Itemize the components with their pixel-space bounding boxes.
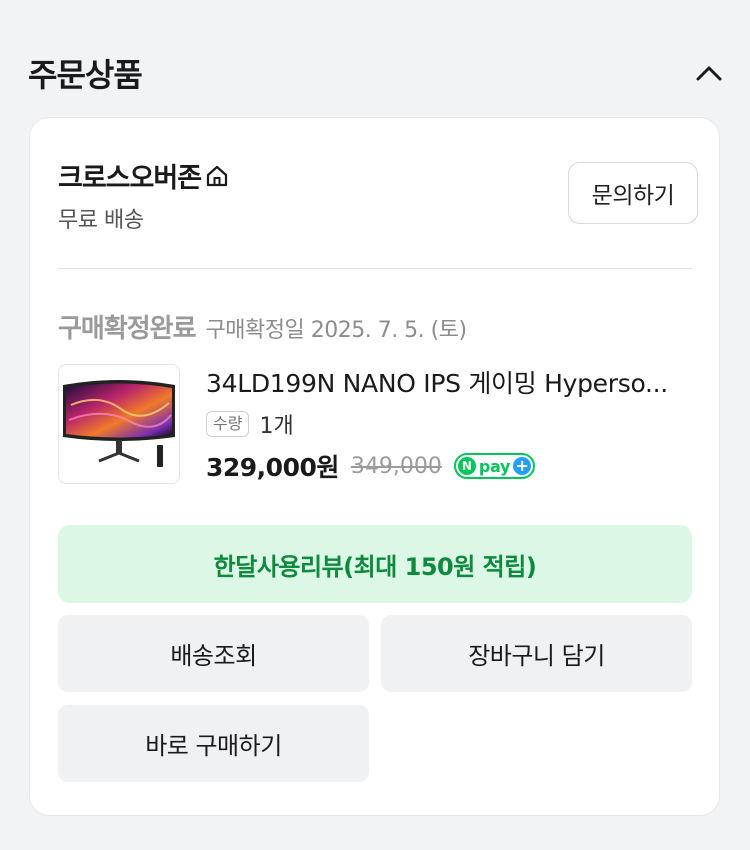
- buy-now-button[interactable]: 바로 구매하기: [58, 705, 369, 782]
- order-status-row: 구매확정완료 구매확정일 2025. 7. 5. (토): [58, 308, 467, 345]
- plus-icon: +: [513, 457, 532, 475]
- price-row: 329,000원 349,000 N pay +: [206, 448, 698, 484]
- npay-text: pay: [478, 456, 511, 476]
- product-info: 34LD199N NANO IPS 게이밍 Hyperso... 수량 1개 3…: [206, 364, 698, 484]
- section-header: 주문상품: [28, 48, 728, 98]
- section-title: 주문상품: [28, 56, 143, 94]
- confirm-date: 구매확정일 2025. 7. 5. (토): [205, 318, 468, 343]
- npay-plus-badge: N pay +: [453, 453, 536, 479]
- shipping-info: 무료 배송: [58, 208, 144, 233]
- track-delivery-button[interactable]: 배송조회: [58, 615, 369, 692]
- seller-link[interactable]: 크로스오버존: [58, 156, 231, 195]
- home-icon: [205, 163, 231, 189]
- original-price: 349,000: [350, 453, 442, 479]
- monitor-image: [63, 380, 175, 467]
- quantity-row: 수량 1개: [206, 408, 698, 440]
- collapse-button[interactable]: [694, 58, 724, 88]
- seller-row: 크로스오버존 무료 배송 문의하기: [58, 156, 698, 236]
- product-row[interactable]: 34LD199N NANO IPS 게이밍 Hyperso... 수량 1개 3…: [58, 364, 698, 486]
- seller-name: 크로스오버존: [58, 163, 202, 194]
- inquiry-button[interactable]: 문의하기: [568, 162, 698, 224]
- order-status: 구매확정완료: [58, 314, 197, 344]
- quantity-label: 수량: [206, 411, 250, 437]
- order-items-page: 주문상품 크로스오버존 무료 배송 문의하기 구매확정완료 구매확정일 2025…: [0, 0, 750, 850]
- npay-n-icon: N: [457, 457, 476, 475]
- product-thumbnail[interactable]: [58, 364, 180, 484]
- add-to-cart-button[interactable]: 장바구니 담기: [381, 615, 692, 692]
- order-card: 크로스오버존 무료 배송 문의하기 구매확정완료 구매확정일 2025. 7. …: [29, 117, 720, 816]
- chevron-up-icon: [696, 66, 722, 81]
- quantity-value: 1개: [259, 414, 294, 439]
- sale-price: 329,000원: [206, 453, 339, 482]
- divider: [58, 268, 692, 269]
- product-name[interactable]: 34LD199N NANO IPS 게이밍 Hyperso...: [206, 364, 698, 404]
- monthly-review-button[interactable]: 한달사용리뷰(최대 150원 적립): [58, 525, 692, 603]
